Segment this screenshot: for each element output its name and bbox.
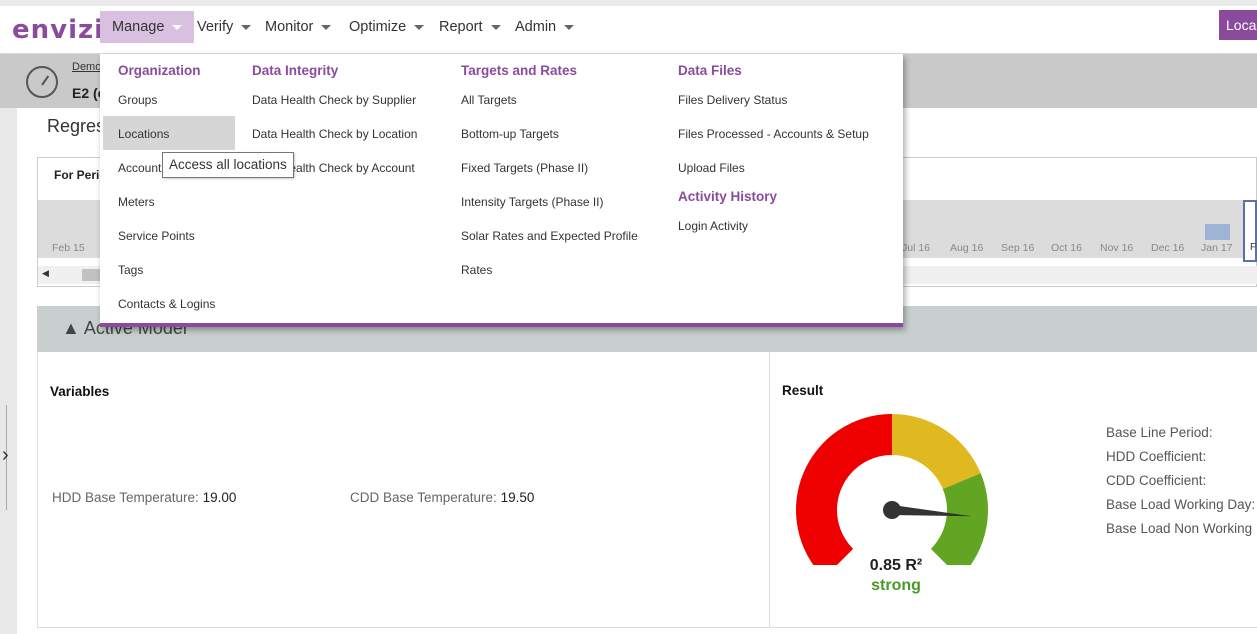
nav-manage[interactable]: Manage xyxy=(100,11,195,43)
cdd-base-temperature: CDD Base Temperature: 19.50 xyxy=(350,490,534,505)
menu-heading-data-files: Data Files xyxy=(678,63,742,78)
nav-verify[interactable]: Verify xyxy=(185,11,263,43)
nav-admin-label: Admin xyxy=(515,19,557,35)
menu-item-locations[interactable]: Locations xyxy=(118,127,169,141)
left-gutter xyxy=(0,108,17,634)
result-label: Base Line Period: xyxy=(1106,425,1213,440)
gauge-icon xyxy=(26,66,58,98)
page-title: Regres xyxy=(47,116,106,136)
menu-heading-organization: Organization xyxy=(118,63,201,78)
menu-item-contacts-logins[interactable]: Contacts & Logins xyxy=(118,297,215,311)
result-title: Result xyxy=(782,383,824,398)
menu-item-all-targets[interactable]: All Targets xyxy=(461,93,517,107)
r2-strength: strong xyxy=(871,577,921,594)
chevron-right-icon[interactable]: › xyxy=(2,444,9,467)
r2-value: 0.85 R² xyxy=(869,557,923,574)
r2-gauge xyxy=(796,414,988,565)
timeline-month: Feb 15 xyxy=(52,242,85,254)
menu-item-login-activity[interactable]: Login Activity xyxy=(678,219,748,233)
chevron-down-icon xyxy=(172,24,183,30)
variables-title: Variables xyxy=(50,384,110,399)
timeline-month: Jul 16 xyxy=(902,242,931,254)
menu-item-intensity-targets[interactable]: Intensity Targets (Phase II) xyxy=(461,195,604,209)
gauge-hub xyxy=(883,501,901,519)
period-label: For Perio xyxy=(54,168,107,182)
scrollbar-thumb[interactable] xyxy=(82,269,102,281)
nav-report[interactable]: Report xyxy=(427,11,513,43)
timeline-month: Sep 16 xyxy=(1001,242,1035,254)
menu-item-tags[interactable]: Tags xyxy=(118,263,143,277)
menu-item-dhc-supplier[interactable]: Data Health Check by Supplier xyxy=(252,93,416,107)
nav-report-label: Report xyxy=(439,19,483,35)
timeline-selection-handle[interactable]: F xyxy=(1243,200,1257,262)
menu-item-dhc-location[interactable]: Data Health Check by Location xyxy=(252,127,417,141)
timeline-month: Dec 16 xyxy=(1151,242,1185,254)
timeline-month: Aug 16 xyxy=(950,242,984,254)
menu-item-bottom-up-targets[interactable]: Bottom-up Targets xyxy=(461,127,559,141)
menu-item-service-points[interactable]: Service Points xyxy=(118,229,195,243)
breadcrumb-link[interactable]: Demo xyxy=(72,61,101,73)
menu-heading-data-integrity: Data Integrity xyxy=(252,63,339,78)
result-label: Base Load Working Day: xyxy=(1106,497,1256,512)
menu-item-solar-rates[interactable]: Solar Rates and Expected Profile xyxy=(461,229,638,243)
nav-monitor-label: Monitor xyxy=(265,19,314,35)
timeline-bar xyxy=(1205,224,1230,240)
hdd-value: 19.00 xyxy=(202,490,237,505)
menu-item-files-delivery-status[interactable]: Files Delivery Status xyxy=(678,93,787,107)
nav-manage-label: Manage xyxy=(112,19,165,35)
chevron-down-icon xyxy=(490,24,501,30)
menu-item-rates[interactable]: Rates xyxy=(461,263,492,277)
gauge-segment-green xyxy=(930,473,988,565)
cdd-value: 19.50 xyxy=(500,490,535,505)
timeline-month: Jan 17 xyxy=(1201,242,1233,254)
menu-item-fixed-targets[interactable]: Fixed Targets (Phase II) xyxy=(461,161,588,175)
envizi-logo[interactable]: envizi xyxy=(12,15,104,45)
chevron-down-icon xyxy=(414,24,425,30)
menu-item-accounts[interactable]: Account xyxy=(118,161,161,175)
nav-admin[interactable]: Admin xyxy=(503,11,586,43)
hdd-base-temperature: HDD Base Temperature: 19.00 xyxy=(52,490,236,505)
scroll-left-icon[interactable]: ◀ xyxy=(42,268,49,279)
nav-optimize[interactable]: Optimize xyxy=(337,11,436,43)
gauge-segment-yellow xyxy=(892,414,981,489)
menu-heading-activity-history: Activity History xyxy=(678,189,778,204)
timeline-month: Nov 16 xyxy=(1100,242,1134,254)
locations-tooltip: Access all locations xyxy=(162,152,294,178)
locations-button[interactable]: Loca xyxy=(1219,10,1257,40)
menu-item-groups[interactable]: Groups xyxy=(118,93,157,107)
result-label: Base Load Non Working xyxy=(1106,521,1253,536)
nav-optimize-label: Optimize xyxy=(349,19,407,35)
timeline-month: F xyxy=(1250,242,1257,253)
menu-heading-targets-rates: Targets and Rates xyxy=(461,63,578,78)
menu-item-upload-files[interactable]: Upload Files xyxy=(678,161,745,175)
cdd-label: CDD Base Temperature: xyxy=(350,490,497,505)
chevron-down-icon xyxy=(564,24,575,30)
gauge-segment-red xyxy=(796,414,892,565)
menu-item-files-processed[interactable]: Files Processed - Accounts & Setup xyxy=(678,127,869,141)
result-label: HDD Coefficient: xyxy=(1106,449,1207,464)
result-label: CDD Coefficient: xyxy=(1106,473,1207,488)
nav-verify-label: Verify xyxy=(197,19,234,35)
timeline-month: Oct 16 xyxy=(1051,242,1082,254)
menu-item-meters[interactable]: Meters xyxy=(118,195,155,209)
nav-monitor[interactable]: Monitor xyxy=(253,11,343,43)
chevron-down-icon xyxy=(321,24,332,30)
chevron-down-icon xyxy=(241,24,252,30)
hdd-label: HDD Base Temperature: xyxy=(52,490,199,505)
